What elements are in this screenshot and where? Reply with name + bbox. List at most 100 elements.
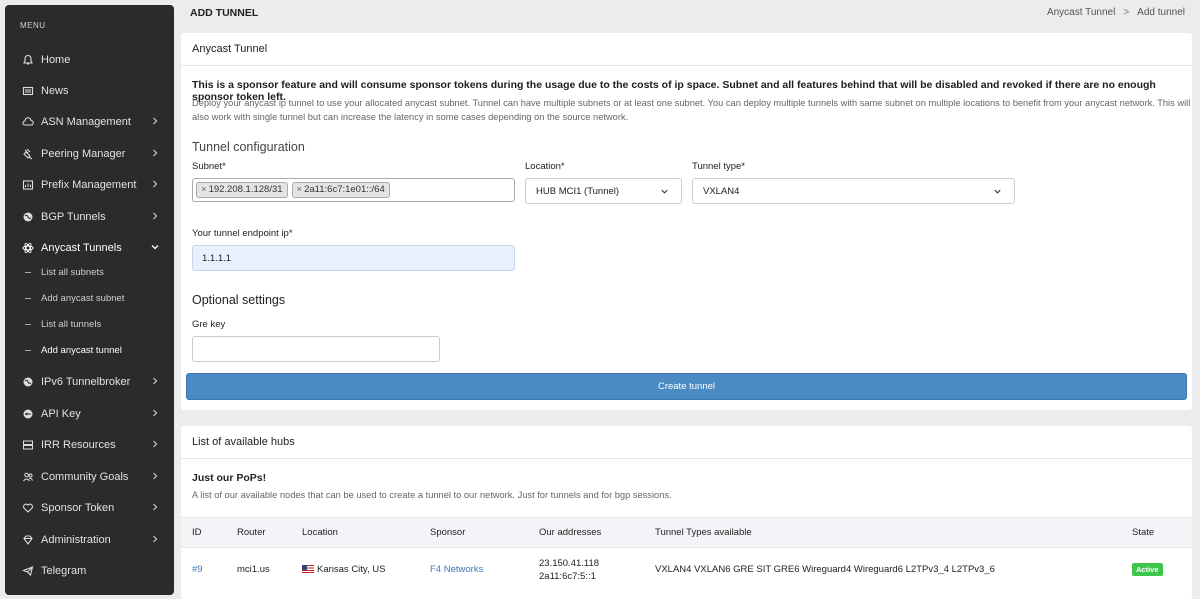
subnet-tag-label: 192.208.1.128/31 [208, 184, 283, 195]
hub-sponsor-link[interactable]: F4 Networks [430, 564, 483, 575]
sidebar-subitem-add-anycast-tunnel[interactable]: Add anycast tunnel [5, 339, 174, 361]
key-icon [22, 408, 34, 420]
sidebar-item-api-key[interactable]: API Key [5, 399, 174, 429]
globe-icon [22, 376, 34, 388]
card-title: Anycast Tunnel [181, 33, 1192, 66]
endpoint-ip-input[interactable]: 1.1.1.1 [192, 245, 515, 271]
sidebar-item-label: Anycast Tunnels [41, 242, 122, 254]
remove-tag-icon[interactable]: × [201, 184, 207, 195]
location-select[interactable]: HUB MCI1 (Tunnel) [525, 178, 682, 204]
sidebar-item-telegram[interactable]: Telegram [5, 556, 174, 586]
breadcrumb-link-anycast-tunnel[interactable]: Anycast Tunnel [1047, 7, 1115, 18]
chevron-right-icon [153, 149, 158, 157]
sidebar-item-label: Telegram [41, 565, 87, 577]
sidebar-subitem-add-anycast-subnet[interactable]: Add anycast subnet [5, 287, 174, 309]
tunnel-type-select[interactable]: VXLAN4 [692, 178, 1015, 204]
gre-key-input[interactable] [192, 336, 440, 362]
column-header: ID [181, 517, 226, 548]
column-header: Router [226, 517, 291, 548]
sidebar-item-label: Home [41, 54, 71, 66]
home-icon [22, 54, 34, 66]
page-title: ADD TUNNEL [190, 7, 259, 19]
remove-tag-icon[interactable]: × [297, 184, 303, 195]
sidebar-item-ipv6-tunnelbroker[interactable]: IPv6 Tunnelbroker [5, 367, 174, 397]
sidebar-item-bgp-tunnels[interactable]: BGP Tunnels [5, 202, 174, 232]
us-flag-icon [302, 565, 314, 574]
table-header-row: ID Router Location Sponsor Our addresses… [181, 517, 1192, 548]
location-value: HUB MCI1 (Tunnel) [536, 185, 620, 197]
sidebar-item-label: Community Goals [41, 471, 129, 483]
sidebar-item-prefix-management[interactable]: Prefix Management [5, 170, 174, 200]
tunnel-type-value: VXLAN4 [703, 185, 740, 197]
plug-icon [22, 148, 34, 160]
hub-location-cell: Kansas City, US [291, 547, 419, 592]
sidebar: MENU Home News ASN Management Peering Ma… [5, 5, 174, 595]
atom-icon [22, 242, 34, 254]
sidebar-item-community-goals[interactable]: Community Goals [5, 462, 174, 492]
subnet-tag-label: 2a11:6c7:1e01::/64 [304, 184, 385, 195]
dash-icon [25, 349, 31, 351]
cloud-icon [22, 116, 34, 128]
sidebar-item-administration[interactable]: Administration [5, 525, 174, 555]
column-header: State [1121, 517, 1192, 548]
sidebar-item-asn-management[interactable]: ASN Management [5, 107, 174, 137]
column-header: Our addresses [528, 517, 644, 548]
available-hubs-card: List of available hubs Just our PoPs! A … [181, 426, 1192, 599]
sidebar-item-label: Prefix Management [41, 179, 137, 191]
sidebar-item-label: News [41, 85, 69, 97]
subnet-multiselect[interactable]: × 192.208.1.128/31 × 2a11:6c7:1e01::/64 [192, 178, 515, 202]
newspaper-icon [22, 85, 34, 97]
hub-id-link[interactable]: #9 [192, 564, 203, 575]
gre-key-label: Gre key [192, 319, 226, 330]
column-header: Location [291, 517, 419, 548]
breadcrumb-separator: > [1123, 7, 1130, 18]
column-header: Sponsor [419, 517, 528, 548]
sidebar-item-peering-manager[interactable]: Peering Manager [5, 139, 174, 169]
sidebar-subitem-label: List all subnets [41, 266, 104, 278]
sidebar-item-label: ASN Management [41, 116, 131, 128]
sidebar-item-anycast-tunnels[interactable]: Anycast Tunnels [5, 233, 174, 263]
sidebar-item-label: IRR Resources [41, 439, 116, 451]
anycast-tunnel-card: Anycast Tunnel This is a sponsor feature… [181, 33, 1192, 410]
create-tunnel-button[interactable]: Create tunnel [186, 373, 1187, 400]
chevron-right-icon [153, 440, 158, 448]
sidebar-item-sponsor-token[interactable]: Sponsor Token [5, 493, 174, 523]
sidebar-subitem-list-all-tunnels[interactable]: List all tunnels [5, 313, 174, 335]
chevron-right-icon [153, 117, 158, 125]
send-icon [22, 565, 34, 577]
endpoint-ip-label: Your tunnel endpoint ip* [192, 228, 293, 239]
dash-icon [25, 271, 31, 273]
sidebar-subitem-label: Add anycast tunnel [41, 344, 122, 356]
hubs-description: A list of our available nodes that can b… [192, 490, 672, 500]
chevron-right-icon [153, 503, 158, 511]
hub-tunnel-types: VXLAN4 VXLAN6 GRE SIT GRE6 Wireguard4 Wi… [644, 547, 1121, 592]
sidebar-item-home[interactable]: Home [5, 45, 174, 75]
sidebar-item-label: Administration [41, 534, 111, 546]
chevron-right-icon [153, 535, 158, 543]
globe-icon [22, 211, 34, 223]
tunnel-description: Deploy your anycast ip tunnel to use you… [192, 98, 1191, 122]
card-title: List of available hubs [181, 426, 1192, 459]
heart-icon [22, 502, 34, 514]
gem-icon [22, 534, 34, 546]
subnet-label: Subnet* [192, 161, 226, 172]
sidebar-item-irr-resources[interactable]: IRR Resources [5, 430, 174, 460]
chevron-down-icon [994, 189, 1001, 194]
sidebar-item-news[interactable]: News [5, 76, 174, 106]
tunnel-configuration-heading: Tunnel configuration [192, 140, 305, 154]
sidebar-subitem-label: Add anycast subnet [41, 292, 125, 304]
column-header: Tunnel Types available [644, 517, 1121, 548]
breadcrumb: Anycast Tunnel > Add tunnel [1047, 7, 1185, 18]
server-icon [22, 439, 34, 451]
table-row: #9 mci1.us Kansas City, US F4 Networks 2… [181, 547, 1192, 592]
hub-address-v6: 2a11:6c7:5::1 [539, 570, 596, 582]
subnet-tag: × 192.208.1.128/31 [196, 182, 288, 198]
optional-settings-heading: Optional settings [192, 293, 286, 307]
dash-icon [25, 297, 31, 299]
sidebar-subitem-list-all-subnets[interactable]: List all subnets [5, 261, 174, 283]
sidebar-item-label: API Key [41, 408, 81, 420]
breadcrumb-current: Add tunnel [1137, 7, 1185, 18]
sidebar-item-label: IPv6 Tunnelbroker [41, 376, 131, 388]
hub-addresses: 23.150.41.118 2a11:6c7:5::1 [528, 547, 644, 592]
sidebar-item-label: Sponsor Token [41, 502, 115, 514]
